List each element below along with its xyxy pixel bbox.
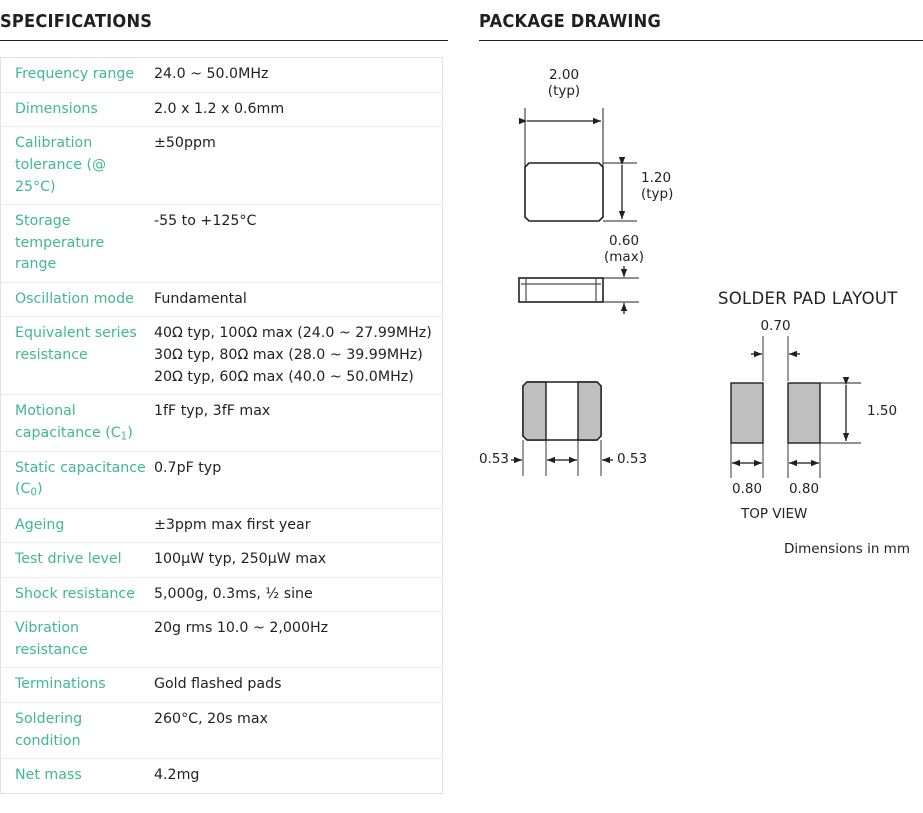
solder-pad-view-label: TOP VIEW (741, 506, 808, 523)
spec-label: Motional capacitance (C1) (1, 395, 151, 452)
spec-value: Fundamental (150, 282, 443, 317)
spec-value: 40Ω typ, 100Ω max (24.0 ~ 27.99MHz) 30Ω … (150, 317, 443, 395)
spec-label: Soldering condition (15, 710, 83, 749)
spec-value: 100µW typ, 250µW max (150, 543, 443, 578)
spec-value-line: Fundamental (154, 290, 247, 307)
package-drawing-figure: 2.00 (typ) 1.20 (typ) 0.60 (max) 0.53 0.… (479, 51, 923, 557)
side-view-thickness-value: 0.60 (608, 233, 640, 250)
package-drawing-svg (511, 108, 861, 479)
table-row: Static capacitance (C0) 0.7pF typ (0, 451, 443, 508)
spec-label: Vibration resistance (15, 620, 88, 658)
spec-label: Terminations (15, 676, 106, 693)
top-view-width-value: 2.00 (548, 67, 580, 84)
spec-value-line: 20Ω typ, 60Ω max (40.0 ~ 50.0MHz) (154, 368, 414, 385)
table-row: Test drive level 100µW typ, 250µW max (0, 543, 443, 578)
spec-value: 260°C, 20s max (150, 702, 443, 758)
table-row: Frequency range 24.0 ~ 50.0MHz (0, 58, 443, 93)
package-drawing-column: PACKAGE DRAWING 2.00 (typ) 1.20 (typ) 0.… (479, 0, 923, 557)
spec-value-line: -55 to +125°C (154, 213, 257, 230)
spec-value-line: 1fF typ, 3fF max (154, 403, 271, 420)
spec-value: Gold flashed pads (150, 668, 443, 703)
solder-pad-right-width-dimension: 0.80 (788, 481, 820, 498)
solder-pad-left-width-dimension: 0.80 (731, 481, 763, 498)
spec-label: Equivalent series resistance (15, 325, 137, 364)
specifications-table-body: Frequency range 24.0 ~ 50.0MHz Dimension… (0, 58, 443, 794)
table-row: Soldering condition 260°C, 20s max (0, 702, 443, 759)
spec-value-line: 4.2mg (154, 767, 200, 784)
table-row: Equivalent series resistance 40Ω typ, 10… (0, 317, 443, 395)
specifications-column: SPECIFICATIONS Frequency range 24.0 ~ 50… (0, 0, 448, 794)
package-drawing-heading-rule (479, 40, 923, 42)
side-view-drawing (518, 266, 639, 315)
top-view-height-dimension: 1.20 (typ) (641, 170, 674, 203)
dimensions-units-note: Dimensions in mm (784, 541, 910, 558)
spec-label: Storage temperature range (15, 213, 105, 273)
table-row: Ageing ±3ppm max first year (0, 508, 443, 543)
spec-value: 20g rms 10.0 ~ 2,000Hz (150, 612, 443, 668)
table-row: Net mass 4.2mg (1, 759, 443, 794)
spec-value-line: 100µW typ, 250µW max (154, 551, 327, 568)
spec-label: Shock resistance (15, 585, 135, 602)
bottom-view-right-pad-dimension: 0.53 (617, 451, 648, 468)
spec-label: Net mass (15, 767, 82, 784)
top-view-drawing (519, 108, 637, 223)
spec-label-text: Static capacitance (C0) (15, 459, 146, 499)
top-view-width-dimension: 2.00 (typ) (525, 67, 603, 100)
spec-value: -55 to +125°C (150, 205, 443, 283)
spec-value: ±50ppm (150, 127, 443, 205)
spec-value-line: ±3ppm max first year (154, 516, 311, 533)
spec-label: Ageing (15, 516, 65, 533)
top-view-height-value: 1.20 (641, 170, 672, 187)
spec-value-line: Gold flashed pads (154, 676, 282, 693)
spec-value: 1fF typ, 3fF max (150, 395, 443, 452)
bottom-view-left-pad-dimension: 0.53 (478, 451, 509, 468)
spec-label: Frequency range (15, 66, 135, 83)
spec-value-line: 0.7pF typ (154, 459, 222, 476)
specifications-heading-rule (0, 40, 448, 42)
side-view-thickness-dimension: 0.60 (max) (601, 233, 647, 266)
top-view-width-note: (typ) (547, 83, 581, 100)
spec-value-line: 2.0 x 1.2 x 0.6mm (154, 100, 285, 117)
top-view-height-note: (typ) (641, 186, 674, 203)
package-drawing-heading: PACKAGE DRAWING (479, 12, 662, 32)
spec-label: Static capacitance (C0) (1, 451, 151, 508)
table-row: Terminations Gold flashed pads (0, 668, 443, 703)
specifications-heading: SPECIFICATIONS (0, 12, 153, 32)
spec-value-line: 30Ω typ, 80Ω max (28.0 ~ 39.99MHz) (154, 347, 423, 364)
table-row: Shock resistance 5,000g, 0.3ms, ½ sine (0, 577, 443, 612)
spec-value-line: ±50ppm (154, 135, 216, 152)
table-row: Vibration resistance 20g rms 10.0 ~ 2,00… (0, 612, 443, 668)
spec-value-line: 260°C, 20s max (154, 710, 268, 727)
table-row: Motional capacitance (C1) 1fF typ, 3fF m… (0, 395, 443, 452)
spec-value: 24.0 ~ 50.0MHz (150, 58, 443, 93)
side-view-thickness-note: (max) (604, 249, 644, 266)
spec-value-line: 40Ω typ, 100Ω max (24.0 ~ 27.99MHz) (154, 325, 432, 342)
table-row: Oscillation mode Fundamental (0, 282, 443, 317)
spec-value-line: 24.0 ~ 50.0MHz (154, 66, 269, 83)
spec-label: Test drive level (15, 551, 122, 568)
specifications-table: Frequency range 24.0 ~ 50.0MHz Dimension… (0, 57, 443, 794)
spec-label-text: Motional capacitance (C1) (15, 403, 133, 443)
spec-value: 5,000g, 0.3ms, ½ sine (150, 577, 443, 612)
table-row: Storage temperature range -55 to +125°C (0, 205, 443, 283)
datasheet-page: SPECIFICATIONS Frequency range 24.0 ~ 50… (0, 0, 923, 813)
spec-value: 2.0 x 1.2 x 0.6mm (150, 92, 443, 127)
solder-pad-layout-drawing (730, 336, 861, 479)
bottom-view-drawing (511, 381, 613, 477)
table-row: Dimensions 2.0 x 1.2 x 0.6mm (0, 92, 443, 127)
solder-pad-gap-dimension: 0.70 (760, 318, 791, 335)
spec-label: Oscillation mode (15, 290, 134, 307)
spec-value: 0.7pF typ (150, 451, 443, 508)
spec-value-line: 20g rms 10.0 ~ 2,000Hz (154, 620, 329, 637)
spec-label: Dimensions (15, 100, 98, 117)
spec-value: ±3ppm max first year (150, 508, 443, 543)
solder-pad-layout-title: SOLDER PAD LAYOUT (718, 289, 898, 309)
spec-label: Calibration tolerance (@ 25°C) (15, 135, 107, 195)
solder-pad-height-dimension: 1.50 (867, 403, 898, 420)
spec-value: 4.2mg (150, 759, 443, 794)
spec-value-line: 5,000g, 0.3ms, ½ sine (154, 585, 313, 602)
table-row: Calibration tolerance (@ 25°C) ±50ppm (0, 127, 443, 205)
